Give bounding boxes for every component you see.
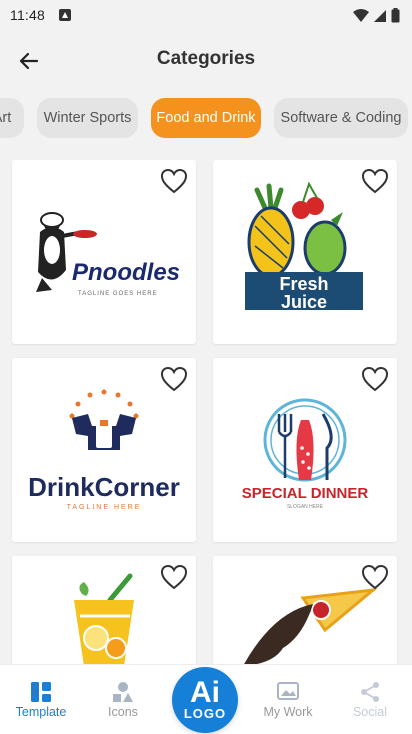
nav-template[interactable]: Template xyxy=(6,679,76,719)
template-grid-icon xyxy=(31,682,51,702)
template-card[interactable] xyxy=(213,556,397,665)
favorite-heart-icon[interactable] xyxy=(160,366,188,392)
chip-label: Food and Drink xyxy=(156,110,256,126)
nav-my-work[interactable]: My Work xyxy=(253,679,323,719)
status-time: 11:48 xyxy=(10,7,45,23)
special-dinner-tagline: SLOGAN HERE xyxy=(287,504,324,510)
drinkcorner-name: DrinkCorner xyxy=(28,472,180,502)
template-card[interactable]: Fresh Juice xyxy=(213,160,397,344)
favorite-heart-icon[interactable] xyxy=(361,366,389,392)
template-card[interactable]: DrinkCorner TAGLINE HERE xyxy=(12,358,196,542)
app-bar: Categories xyxy=(0,36,412,84)
image-icon xyxy=(277,682,299,700)
chip-label: Art xyxy=(0,110,12,126)
page-title: Categories xyxy=(156,48,256,69)
favorite-heart-icon[interactable] xyxy=(361,564,389,590)
pnoodles-name: Pnoodles xyxy=(72,259,180,286)
fresh-juice-line2: Juice xyxy=(281,292,327,312)
chip-software-coding[interactable]: Software & Coding xyxy=(274,98,408,138)
ai-logo-main: Ai xyxy=(190,676,220,709)
fresh-juice-line1: Fresh xyxy=(279,274,328,294)
nav-my-work-label: My Work xyxy=(263,705,313,719)
favorite-heart-icon[interactable] xyxy=(361,168,389,194)
template-card[interactable]: Pnoodles TAGLINE GOES HERE xyxy=(12,160,196,344)
shapes-icon xyxy=(113,682,133,702)
chip-food-and-drink[interactable]: Food and Drink xyxy=(151,98,261,138)
favorite-heart-icon[interactable] xyxy=(160,168,188,194)
screen: 11:48 Categories Art Winter Sports Food … xyxy=(0,0,412,734)
status-bar: 11:48 xyxy=(0,0,412,30)
template-grid: Pnoodles TAGLINE GOES HERE Fresh Juice D… xyxy=(0,160,412,665)
share-icon xyxy=(361,682,379,702)
chip-label: Winter Sports xyxy=(43,110,132,126)
favorite-heart-icon[interactable] xyxy=(160,564,188,590)
nav-icons-label: Icons xyxy=(108,705,138,719)
nav-template-label: Template xyxy=(15,705,67,719)
drinkcorner-tagline: TAGLINE HERE xyxy=(67,504,142,511)
bottom-nav: Template Icons Ai LOGO My Work Social xyxy=(0,664,412,734)
chip-label: Software & Coding xyxy=(280,110,402,126)
chip-art[interactable]: Art xyxy=(0,98,24,138)
nav-icons[interactable]: Icons xyxy=(88,679,158,719)
signal-icon xyxy=(374,9,386,22)
pnoodles-tagline: TAGLINE GOES HERE xyxy=(78,291,158,297)
battery-icon xyxy=(391,8,400,23)
chip-winter-sports[interactable]: Winter Sports xyxy=(37,98,138,138)
category-chips: Art Winter Sports Food and Drink Softwar… xyxy=(0,98,412,140)
template-card[interactable] xyxy=(12,556,196,665)
ai-logo-button[interactable]: Ai LOGO xyxy=(172,667,238,733)
status-icons xyxy=(353,8,400,23)
ai-logo-sub: LOGO xyxy=(183,706,227,721)
template-card[interactable]: SPECIAL DINNER SLOGAN HERE xyxy=(213,358,397,542)
nav-social-label: Social xyxy=(352,705,388,719)
wifi-icon xyxy=(353,8,369,22)
notification-icon xyxy=(59,9,71,21)
special-dinner-name: SPECIAL DINNER xyxy=(242,485,369,502)
nav-social[interactable]: Social xyxy=(335,679,405,719)
